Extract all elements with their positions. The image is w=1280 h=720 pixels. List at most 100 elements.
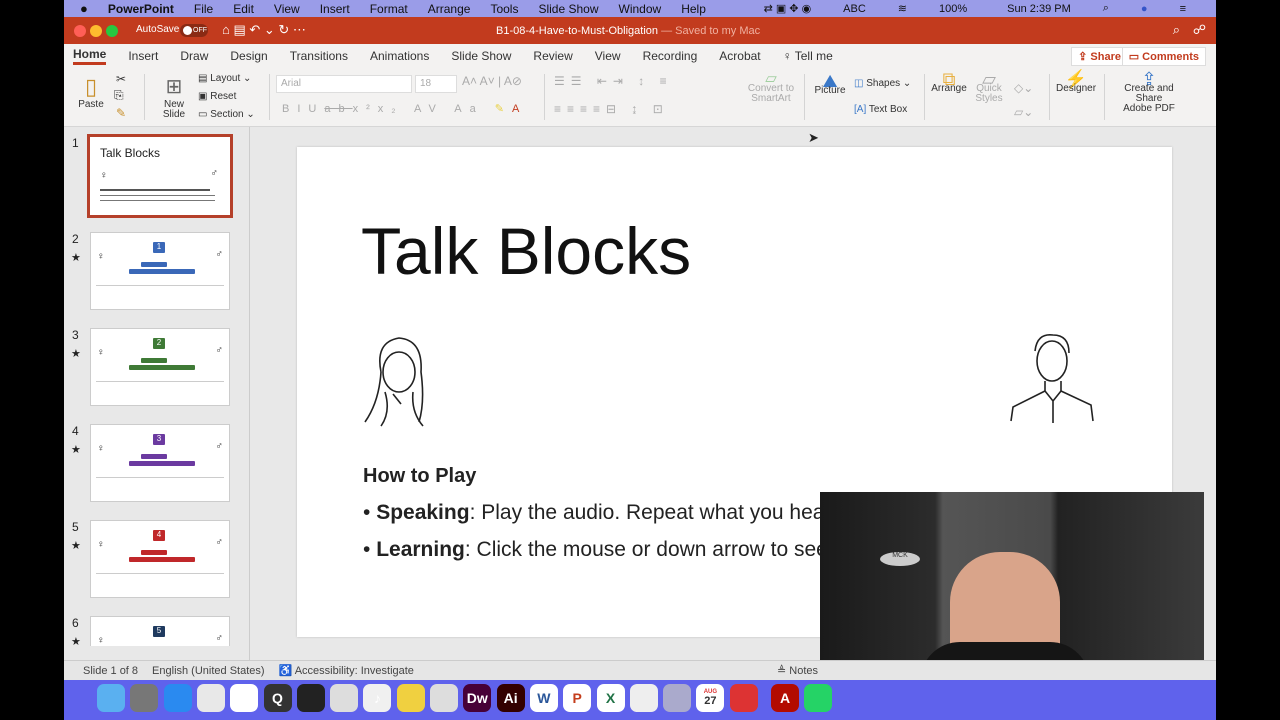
speaking-text: : Play the audio. Repeat what you hear.: [469, 501, 837, 524]
tell-me[interactable]: ♀ Tell me: [783, 49, 833, 63]
collab-icon[interactable]: ☍: [1193, 22, 1206, 38]
textedit-dock-icon[interactable]: [629, 684, 658, 712]
music-dock-icon[interactable]: ♪: [363, 684, 392, 712]
cyberduck-dock-icon[interactable]: [396, 684, 425, 712]
wifi-icon[interactable]: ≋: [898, 2, 907, 15]
format-painter-icon[interactable]: ✎: [116, 107, 126, 119]
slide-thumbnail-2[interactable]: 1 ♀ ♂: [90, 232, 230, 310]
search-icon[interactable]: ⌕: [1173, 22, 1180, 38]
tab-transitions[interactable]: Transitions: [290, 49, 348, 63]
app-dock-icon[interactable]: [296, 684, 325, 712]
convert-smartart-button[interactable]: ▱ Convert to SmartArt: [746, 71, 796, 104]
tab-acrobat[interactable]: Acrobat: [719, 49, 760, 63]
status-icons[interactable]: ⇄ ▣ ✥ ◉: [764, 2, 812, 15]
tab-view[interactable]: View: [595, 49, 621, 63]
fill-icons[interactable]: ◇⌄ ▱⌄: [1014, 76, 1033, 124]
tab-draw[interactable]: Draw: [180, 49, 208, 63]
tab-animations[interactable]: Animations: [370, 49, 429, 63]
menu-help[interactable]: Help: [681, 2, 706, 16]
layout-button[interactable]: ▤ Layout ⌄: [198, 74, 251, 84]
designer-button[interactable]: ⚡ Designer: [1056, 70, 1096, 94]
toggle-label: OFF: [193, 27, 207, 34]
word-dock-icon[interactable]: W: [529, 684, 558, 712]
menu-arrange[interactable]: Arrange: [428, 2, 471, 16]
slide-thumbnails-pane: 1 Talk Blocks ♀ ♂ 2 ★ 1 ♀ ♂ 3 ★ 2 ♀ ♂ 4 …: [64, 127, 250, 660]
battery[interactable]: 100%: [939, 3, 967, 15]
finder-dock-icon[interactable]: [97, 684, 125, 712]
input-source[interactable]: ABC: [843, 3, 866, 15]
chrome-dock-icon[interactable]: [196, 684, 225, 712]
create-pdf-button[interactable]: ⇪ Create and Share Adobe PDF: [1112, 70, 1186, 114]
alignment-icons[interactable]: ≡≡≡≡⊟ ↨ ⊡: [554, 103, 669, 115]
notes-button[interactable]: ≜ Notes: [777, 664, 818, 677]
safari-dock-icon[interactable]: [163, 684, 192, 712]
menu-file[interactable]: File: [194, 2, 213, 16]
language[interactable]: English (United States): [152, 665, 265, 677]
app-dock-icon[interactable]: [729, 684, 758, 712]
font-size-icons[interactable]: A˄ A˅ | A⊘: [462, 75, 522, 87]
minimize-button[interactable]: [90, 25, 102, 37]
layout-label: Layout: [210, 73, 241, 84]
whatsapp-dock-icon[interactable]: [804, 684, 833, 712]
menu-slideshow[interactable]: Slide Show: [538, 2, 598, 16]
font-size-select[interactable]: 18: [415, 75, 457, 93]
slide-count: Slide 1 of 8: [83, 664, 139, 677]
new-slide-button[interactable]: ⊞ New Slide: [159, 74, 189, 120]
tab-home[interactable]: Home: [73, 47, 107, 65]
quick-styles-button[interactable]: ▱ Quick Styles: [974, 70, 1004, 104]
close-button[interactable]: [74, 25, 86, 37]
text-format-icons[interactable]: BIUabx²x₂ AV Aa ✎A: [282, 104, 527, 115]
tab-design[interactable]: Design: [230, 49, 267, 63]
illustrator-dock-icon[interactable]: Ai: [496, 684, 525, 712]
slide-thumbnail-4[interactable]: 3 ♀ ♂: [90, 424, 230, 502]
apple-icon[interactable]: ●: [80, 1, 88, 16]
slide-thumbnail-5[interactable]: 4 ♀ ♂: [90, 520, 230, 598]
launchpad-dock-icon[interactable]: [130, 684, 159, 712]
powerpoint-dock-icon[interactable]: P: [563, 684, 592, 712]
menu-format[interactable]: Format: [370, 2, 408, 16]
quicktime-dock-icon[interactable]: Q: [263, 684, 292, 712]
tab-slideshow[interactable]: Slide Show: [451, 49, 511, 63]
control-center-icon[interactable]: ≡: [1180, 3, 1186, 15]
section-button[interactable]: ▭ Section ⌄: [198, 110, 255, 120]
reset-button[interactable]: ▣ Reset: [198, 92, 236, 102]
slide-title[interactable]: Talk Blocks: [361, 213, 691, 289]
clock[interactable]: Sun 2:39 PM: [1007, 3, 1071, 15]
copy-icon[interactable]: ⎘: [114, 89, 124, 101]
comments-button[interactable]: ▭ Comments: [1121, 47, 1206, 66]
slide-thumbnail-1[interactable]: Talk Blocks ♀ ♂: [87, 134, 233, 218]
toolbar-quick-icons[interactable]: ⌂ ▤ ↶ ⌄ ↻ ⋯: [222, 22, 306, 38]
tab-insert[interactable]: Insert: [128, 49, 158, 63]
menu-view[interactable]: View: [274, 2, 300, 16]
menu-window[interactable]: Window: [619, 2, 662, 16]
siri-icon[interactable]: ●: [1141, 3, 1148, 15]
tab-recording[interactable]: Recording: [643, 49, 698, 63]
tab-review[interactable]: Review: [533, 49, 572, 63]
arrange-button[interactable]: ⧉ Arrange: [930, 70, 968, 94]
excel-dock-icon[interactable]: X: [596, 684, 625, 712]
app-dock-icon[interactable]: [330, 684, 359, 712]
calendar-dock-icon[interactable]: AUG 27: [696, 684, 725, 712]
preview-dock-icon[interactable]: [663, 684, 692, 712]
slide-thumbnail-3[interactable]: 2 ♀ ♂: [90, 328, 230, 406]
paragraph-icons[interactable]: ☰☰ ⇤⇥ ↕ ≡: [554, 75, 673, 87]
menu-app[interactable]: PowerPoint: [108, 2, 174, 16]
accessibility-button[interactable]: ♿ Accessibility: Investigate: [279, 664, 414, 677]
brave-dock-icon[interactable]: [230, 684, 259, 712]
zoom-button[interactable]: [106, 25, 118, 37]
textbox-button[interactable]: [A] Text Box: [854, 105, 907, 115]
menu-edit[interactable]: Edit: [233, 2, 254, 16]
font-name-select[interactable]: Arial: [276, 75, 412, 93]
menu-tools[interactable]: Tools: [490, 2, 518, 16]
spotlight-icon[interactable]: ⌕: [1103, 2, 1109, 15]
share-button[interactable]: ⇪ Share: [1071, 47, 1128, 66]
menu-insert[interactable]: Insert: [320, 2, 350, 16]
acrobat-dock-icon[interactable]: A: [771, 684, 799, 712]
cut-icon[interactable]: ✂: [116, 73, 126, 85]
slide-thumbnail-6[interactable]: 5 ♀ ♂: [90, 616, 230, 646]
shapes-button[interactable]: ◫ Shapes ⌄: [854, 79, 911, 89]
paste-button[interactable]: ▯ Paste: [78, 74, 104, 110]
app-dock-icon[interactable]: [430, 684, 458, 712]
picture-button[interactable]: ⛰ Picture: [812, 72, 848, 96]
dreamweaver-dock-icon[interactable]: Dw: [463, 684, 492, 712]
